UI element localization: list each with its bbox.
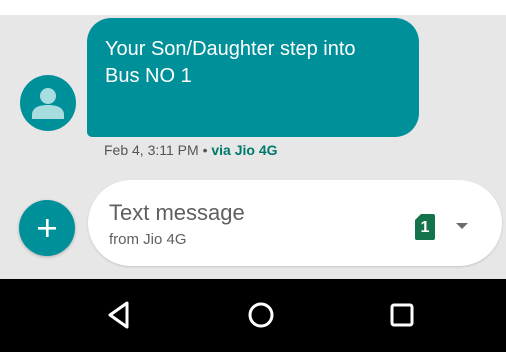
message-meta: Feb 4, 3:11 PM • via Jio 4G [104,142,278,158]
message-via: via Jio 4G [211,142,278,158]
back-button[interactable] [98,293,142,337]
contact-avatar[interactable] [20,75,76,131]
compose-sim-label: from Jio 4G [109,231,187,248]
message-timestamp: Feb 4, 3:11 PM [104,142,199,158]
caret-down-icon [456,223,468,229]
navigation-bar [0,279,506,352]
sim-badge: 1 [415,214,435,240]
sim-selector-button[interactable]: 1 [415,214,475,244]
conversation-area[interactable]: Your Son/Daughter step into Bus NO 1 Feb… [0,15,506,279]
recents-square-icon [390,303,414,327]
message-text-line1: Your Son/Daughter step into [105,38,356,60]
home-button[interactable] [239,293,283,337]
meta-separator: • [198,142,212,158]
message-text-line2: Bus NO 1 [105,65,192,87]
message-bubble[interactable]: Your Son/Daughter step into Bus NO 1 [87,18,419,137]
top-strip [0,0,506,15]
home-circle-icon [248,302,274,328]
message-input[interactable] [109,200,389,226]
plus-icon [38,219,56,237]
person-icon [32,88,64,119]
back-triangle-icon [108,301,129,329]
add-attachment-button[interactable] [19,200,75,256]
recents-button[interactable] [380,293,424,337]
compose-bar: from Jio 4G 1 [88,180,502,266]
